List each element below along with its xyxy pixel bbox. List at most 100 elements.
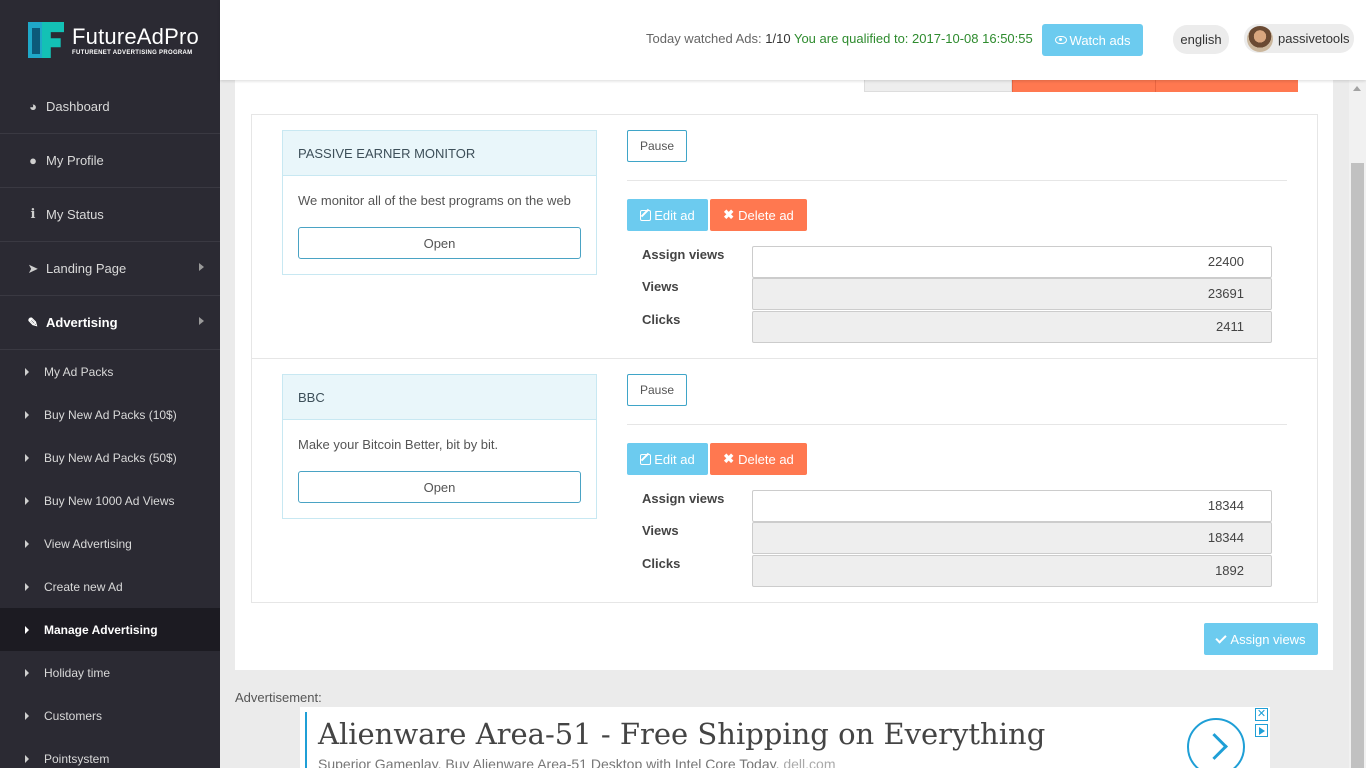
eye-icon: [1054, 36, 1067, 44]
open-button[interactable]: Open: [298, 227, 581, 259]
sidebar-subitem-label: Buy New Ad Packs (50$): [44, 450, 177, 465]
advertisement-subtitle[interactable]: Superior Gameplay. Buy Alienware Area-51…: [318, 756, 836, 768]
advertisement-label: Advertisement:: [235, 690, 322, 705]
sidebar-subitem-my-ad-packs[interactable]: My Ad Packs: [0, 350, 220, 393]
ad-title: PASSIVE EARNER MONITOR: [283, 131, 596, 176]
ad-preview-card: BBC Make your Bitcoin Better, bit by bit…: [282, 374, 597, 519]
clicks-label: Clicks: [642, 556, 681, 571]
caret-right-icon: [25, 410, 29, 419]
edit-ad-label: Edit ad: [654, 207, 695, 223]
caret-right-icon: [25, 625, 29, 634]
edit-icon: [640, 453, 652, 465]
pause-button[interactable]: Pause: [627, 130, 687, 162]
sidebar-subitem-manage-advertising[interactable]: Manage Advertising: [0, 608, 220, 651]
sidebar-item-dashboard[interactable]: ◕ Dashboard: [0, 80, 220, 134]
language-selector[interactable]: english: [1173, 25, 1229, 54]
adchoices-icon[interactable]: [1255, 724, 1268, 737]
sidebar-subitem-customers[interactable]: Customers: [0, 694, 220, 737]
sidebar-subitem-label: Customers: [44, 708, 103, 723]
today-watched-label: Today watched Ads:: [646, 31, 762, 46]
sidebar-subitem-create-new-ad[interactable]: Create new Ad: [0, 565, 220, 608]
open-button[interactable]: Open: [298, 471, 581, 503]
top-header: Today watched Ads: 1/10 You are qualifie…: [220, 0, 1366, 80]
delete-ad-label: Delete ad: [738, 207, 794, 223]
magic-wand-icon: ✎: [27, 314, 39, 330]
sidebar-subitem-buy-ad-packs-10[interactable]: Buy New Ad Packs (10$): [0, 393, 220, 436]
watch-ads-label: Watch ads: [1069, 32, 1131, 48]
logo[interactable]: FutureAdPro FUTURENET ADVERTISING PROGRA…: [0, 0, 220, 80]
close-icon: ✖: [723, 451, 735, 466]
views-field: 23691: [752, 278, 1272, 310]
sidebar-subitem-label: Pointsystem: [44, 751, 110, 766]
sidebar-subitem-view-advertising[interactable]: View Advertising: [0, 522, 220, 565]
avatar: [1247, 25, 1273, 52]
caret-right-icon: [25, 453, 29, 462]
delete-ad-button[interactable]: ✖ Delete ad: [710, 199, 807, 231]
scrollbar-thumb[interactable]: [1351, 163, 1364, 768]
scroll-up-arrow-icon[interactable]: [1353, 86, 1361, 91]
caret-right-icon: [25, 711, 29, 720]
sidebar-item-label: Dashboard: [46, 99, 110, 114]
scrollbar[interactable]: [1349, 80, 1366, 768]
advertisement-banner[interactable]: Alienware Area-51 - Free Shipping on Eve…: [300, 707, 1270, 768]
views-label: Views: [642, 279, 679, 294]
sidebar-subitem-buy-ad-packs-50[interactable]: Buy New Ad Packs (50$): [0, 436, 220, 479]
edit-ad-button[interactable]: Edit ad: [627, 199, 708, 231]
edit-ad-label: Edit ad: [654, 451, 695, 467]
caret-right-icon: [25, 367, 29, 376]
ad-row: BBC Make your Bitcoin Better, bit by bit…: [252, 358, 1317, 601]
sidebar: FutureAdPro FUTURENET ADVERTISING PROGRA…: [0, 0, 220, 768]
advertisement-title[interactable]: Alienware Area-51 - Free Shipping on Eve…: [318, 717, 1045, 751]
advertisement-domain: dell.com: [783, 756, 836, 768]
logo-mark-icon: [28, 20, 66, 60]
brand-name: FutureAdPro: [72, 23, 199, 49]
sidebar-item-my-profile[interactable]: ● My Profile: [0, 134, 220, 188]
ad-accent-stripe: [305, 712, 307, 768]
watch-ads-button[interactable]: Watch ads: [1042, 24, 1143, 56]
qualified-until: You are qualified to: 2017-10-08 16:50:5…: [793, 31, 1033, 46]
check-icon: [1215, 631, 1228, 644]
chevron-right-icon: [199, 263, 204, 271]
caret-right-icon: [25, 754, 29, 763]
delete-ad-button[interactable]: ✖ Delete ad: [710, 443, 807, 475]
user-menu[interactable]: passivetools: [1244, 24, 1354, 53]
info-icon: i: [30, 207, 36, 222]
paper-plane-icon: ➤: [27, 260, 39, 276]
ad-title: BBC: [283, 375, 596, 420]
sidebar-subitem-label: Holiday time: [44, 665, 111, 680]
assign-views-button[interactable]: Assign views: [1204, 623, 1318, 655]
sidebar-subitem-pointsystem[interactable]: Pointsystem: [0, 737, 220, 768]
assign-views-input[interactable]: 18344: [752, 490, 1272, 522]
sidebar-subitem-holiday-time[interactable]: Holiday time: [0, 651, 220, 694]
chevron-right-icon: [199, 317, 204, 325]
edit-ad-button[interactable]: Edit ad: [627, 443, 708, 475]
clicks-label: Clicks: [642, 312, 681, 327]
sidebar-subitem-buy-1000-views[interactable]: Buy New 1000 Ad Views: [0, 479, 220, 522]
sidebar-subitem-label: View Advertising: [44, 536, 132, 551]
assign-views-input[interactable]: 22400: [752, 246, 1272, 278]
dashboard-icon: ◕: [29, 99, 37, 114]
sidebar-item-my-status[interactable]: i My Status: [0, 188, 220, 242]
clicks-field: 1892: [752, 555, 1272, 587]
watch-stats: Today watched Ads: 1/10 You are qualifie…: [646, 31, 1033, 46]
pause-button[interactable]: Pause: [627, 374, 687, 406]
caret-right-icon: [25, 539, 29, 548]
caret-right-icon: [25, 582, 29, 591]
sidebar-subitem-label: Manage Advertising: [44, 622, 158, 637]
clicks-field: 2411: [752, 311, 1272, 343]
sidebar-item-label: Advertising: [46, 315, 118, 330]
sidebar-item-advertising[interactable]: ✎ Advertising: [0, 296, 220, 350]
close-icon[interactable]: ✕: [1255, 708, 1268, 721]
ad-description: Make your Bitcoin Better, bit by bit.: [298, 437, 499, 452]
assign-views-label: Assign views: [642, 247, 725, 262]
close-icon: ✖: [723, 207, 735, 222]
ad-row: PASSIVE EARNER MONITOR We monitor all of…: [252, 115, 1317, 358]
chevron-right-circle-icon[interactable]: [1187, 718, 1245, 768]
sidebar-subitem-label: Create new Ad: [44, 579, 123, 594]
sidebar-item-label: My Status: [46, 207, 104, 222]
user-icon: ●: [29, 153, 37, 168]
sidebar-item-landing-page[interactable]: ➤ Landing Page: [0, 242, 220, 296]
sidebar-item-label: Landing Page: [46, 261, 127, 276]
divider: [627, 180, 1287, 181]
advertisement-subtitle-text: Superior Gameplay. Buy Alienware Area-51…: [318, 756, 780, 768]
